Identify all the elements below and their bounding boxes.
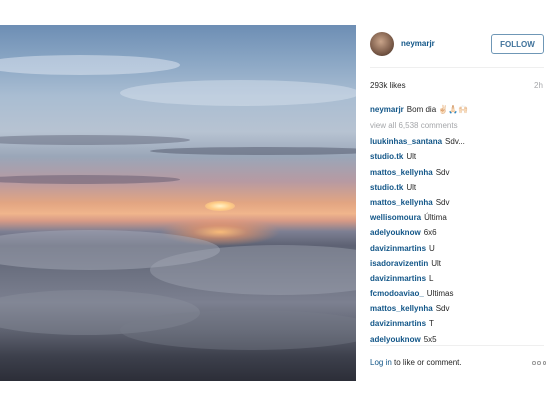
post-author-username[interactable]: neymarjr bbox=[401, 39, 435, 48]
comment-row: davizinmartins U bbox=[370, 241, 546, 256]
cloud-streak bbox=[0, 55, 180, 75]
post-sidebar: neymarjr FOLLOW 293k likes 2h neymarjr Bo… bbox=[357, 25, 550, 381]
comment-text: Sdv... bbox=[445, 137, 465, 147]
cloud-streak bbox=[0, 175, 180, 184]
cloud-streak bbox=[0, 135, 190, 145]
comment-username[interactable]: adelyouknow bbox=[370, 335, 421, 344]
comment-username[interactable]: davizinmartins bbox=[370, 274, 426, 283]
caption-username[interactable]: neymarjr bbox=[370, 105, 404, 114]
comment-row: davizinmartins L bbox=[370, 271, 546, 286]
post-time[interactable]: 2h bbox=[534, 81, 543, 90]
view-all-comments-link[interactable]: view all 6,538 comments bbox=[370, 117, 546, 134]
comment-text: Ult bbox=[406, 152, 417, 162]
comment-rows: luukinhas_santana Sdv... studio.tk Ult matto… bbox=[370, 134, 546, 347]
caption-text: Bom dia ✌🏻🙏🏻🙌🏻 bbox=[406, 105, 469, 114]
comment-text: Ult bbox=[406, 182, 417, 192]
comment-row: studio.tk Ult bbox=[370, 149, 546, 164]
comment-row: studio.tk Ult bbox=[370, 180, 546, 195]
comment-text: Sdv bbox=[435, 304, 450, 314]
cloud-streak bbox=[120, 80, 356, 106]
cloud-bank bbox=[120, 310, 356, 350]
comment-text: Sdv bbox=[435, 167, 450, 177]
comment-row: luukinhas_santana Sdv... bbox=[370, 134, 546, 149]
comment-row: mattos_kellynha Sdv bbox=[370, 195, 546, 210]
post-photo[interactable] bbox=[0, 25, 356, 381]
comment-text: Ultimas bbox=[426, 289, 454, 299]
comment-row: fcmodoaviao_ Ultimas bbox=[370, 286, 546, 301]
comment-username[interactable]: fcmodoaviao_ bbox=[370, 289, 424, 298]
comment-text: Sdv bbox=[435, 197, 450, 207]
avatar[interactable] bbox=[370, 32, 394, 56]
comment-username[interactable]: mattos_kellynha bbox=[370, 168, 433, 177]
login-prompt-text: to like or comment. bbox=[394, 358, 462, 367]
comment-text: 5x5 bbox=[423, 334, 437, 344]
comment-row: mattos_kellynha Sdv bbox=[370, 165, 546, 180]
comment-username[interactable]: studio.tk bbox=[370, 183, 403, 192]
comment-username[interactable]: adelyouknow bbox=[370, 228, 421, 237]
comment-text: T bbox=[429, 319, 434, 329]
comment-username[interactable]: mattos_kellynha bbox=[370, 304, 433, 313]
divider bbox=[370, 345, 544, 346]
comment-username[interactable]: luukinhas_santana bbox=[370, 137, 442, 146]
comment-username[interactable]: davizinmartins bbox=[370, 244, 426, 253]
comment-text: U bbox=[429, 243, 435, 253]
cloud-streak bbox=[150, 147, 356, 155]
comment-username[interactable]: wellisomoura bbox=[370, 213, 421, 222]
comment-text: Ult bbox=[431, 258, 442, 268]
comment-row: mattos_kellynha Sdv bbox=[370, 301, 546, 316]
comment-row: davizinmartins T bbox=[370, 316, 546, 331]
comments-list: neymarjr Bom dia ✌🏻🙏🏻🙌🏻 view all 6,538 co… bbox=[370, 102, 546, 347]
comment-text: L bbox=[429, 273, 434, 283]
comment-username[interactable]: studio.tk bbox=[370, 152, 403, 161]
likes-count[interactable]: 293k likes bbox=[370, 81, 406, 90]
comment-text: 6x6 bbox=[423, 228, 437, 238]
comment-username[interactable]: isadoravizentin bbox=[370, 259, 428, 268]
login-link[interactable]: Log in bbox=[370, 358, 392, 367]
comment-row: wellisomoura Última bbox=[370, 210, 546, 225]
comment-text: Última bbox=[424, 213, 447, 223]
comment-username[interactable]: davizinmartins bbox=[370, 319, 426, 328]
comment-username[interactable]: mattos_kellynha bbox=[370, 198, 433, 207]
caption: neymarjr Bom dia ✌🏻🙏🏻🙌🏻 bbox=[370, 102, 546, 117]
more-options-icon[interactable] bbox=[532, 361, 546, 365]
divider bbox=[370, 67, 544, 68]
follow-button[interactable]: FOLLOW bbox=[491, 34, 544, 54]
post-footer: Log in to like or comment. bbox=[370, 358, 546, 370]
comment-row: adelyouknow 6x6 bbox=[370, 225, 546, 240]
post-header: neymarjr FOLLOW bbox=[357, 25, 545, 65]
sun bbox=[205, 201, 235, 211]
comment-row: isadoravizentin Ult bbox=[370, 256, 546, 271]
